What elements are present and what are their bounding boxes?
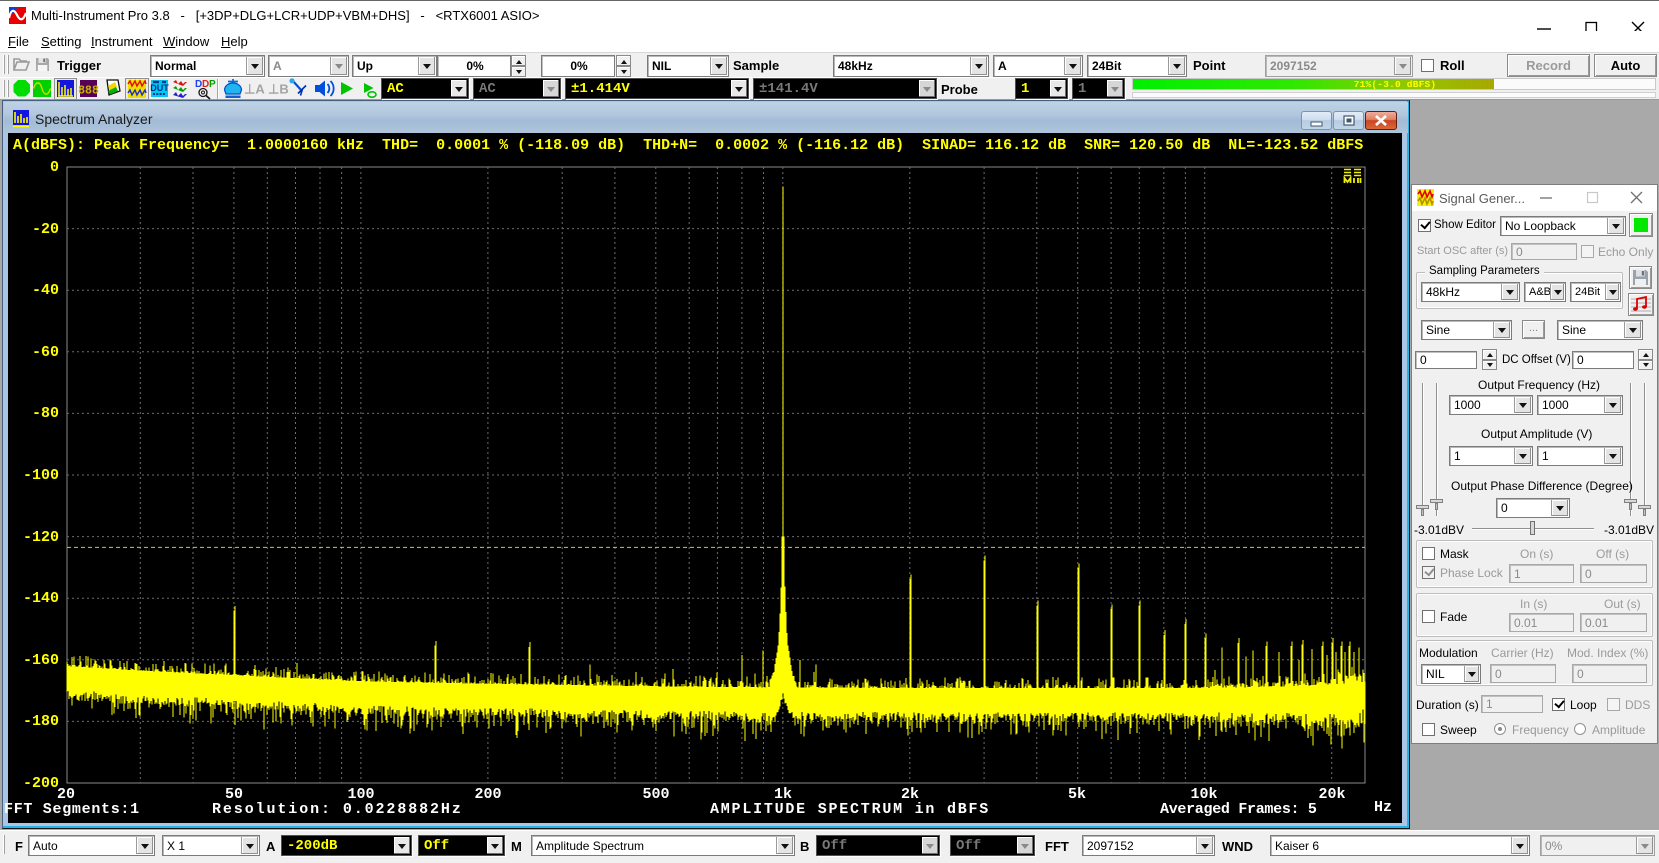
svg-text:888: 888 <box>78 85 99 98</box>
svg-text:⊥B: ⊥B <box>268 82 289 97</box>
svg-text:P: P <box>209 79 216 90</box>
svg-text:⊥A: ⊥A <box>244 82 265 97</box>
svg-text:DUT: DUT <box>150 83 169 93</box>
